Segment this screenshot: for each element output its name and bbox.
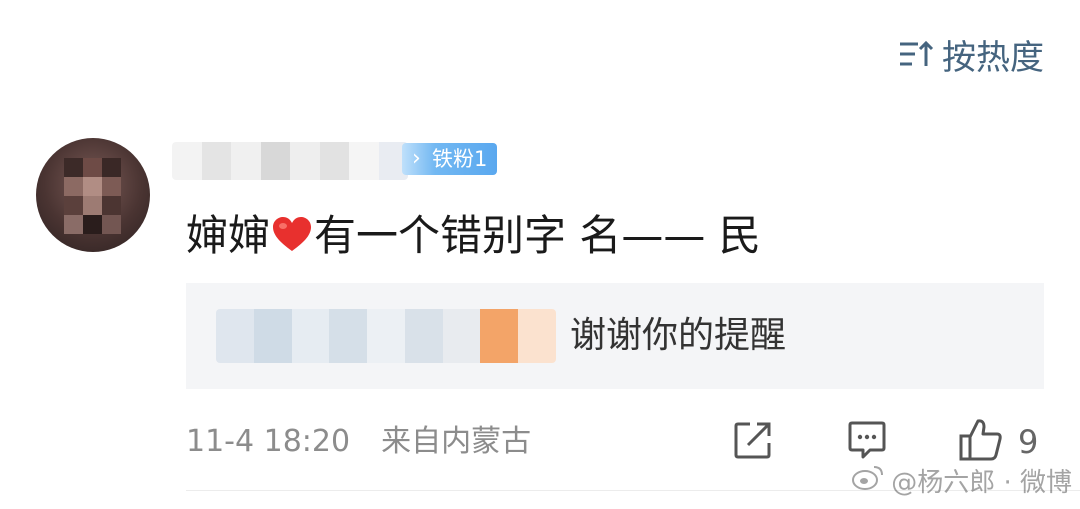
commenter-name-blurred[interactable] <box>172 142 408 180</box>
commenter-avatar[interactable] <box>36 138 150 252</box>
comment-text-before: 婶婶 <box>186 211 271 260</box>
thumbs-up-icon <box>958 418 1004 466</box>
sort-by-hot-button[interactable]: 按热度 <box>898 32 1044 78</box>
heart-icon <box>272 211 312 267</box>
share-icon <box>732 419 774 465</box>
reply-text: 谢谢你的提醒 <box>570 315 787 356</box>
reply-author-blurred[interactable] <box>216 309 556 363</box>
watermark: @杨六郎 · 微博 <box>851 462 1072 499</box>
sort-label: 按热度 <box>942 37 1044 78</box>
like-button[interactable]: 9 <box>958 418 1038 466</box>
watermark-text: @杨六郎 · 微博 <box>891 468 1072 498</box>
comment-time: 11-4 18:20 <box>186 424 351 459</box>
reply-preview[interactable]: 谢谢你的提醒 <box>186 283 1044 389</box>
comment-icon <box>846 419 888 465</box>
share-button[interactable] <box>732 418 774 466</box>
comment-meta: 11-4 18:20 来自内蒙古 <box>186 420 531 464</box>
comment-text: 婶婶 有一个错别字 名—— 民 <box>186 208 761 267</box>
comment-location: 来自内蒙古 <box>381 424 532 459</box>
fan-badge: › 铁粉1 <box>402 143 498 175</box>
like-count: 9 <box>1018 423 1039 461</box>
fan-badge-label: 铁粉1 <box>432 147 488 171</box>
comment-text-after: 有一个错别字 名—— 民 <box>314 211 761 260</box>
comment-button[interactable] <box>846 418 888 466</box>
chevron-right-icon: › <box>412 146 421 171</box>
sort-icon <box>898 39 934 69</box>
weibo-logo-icon <box>851 463 885 498</box>
